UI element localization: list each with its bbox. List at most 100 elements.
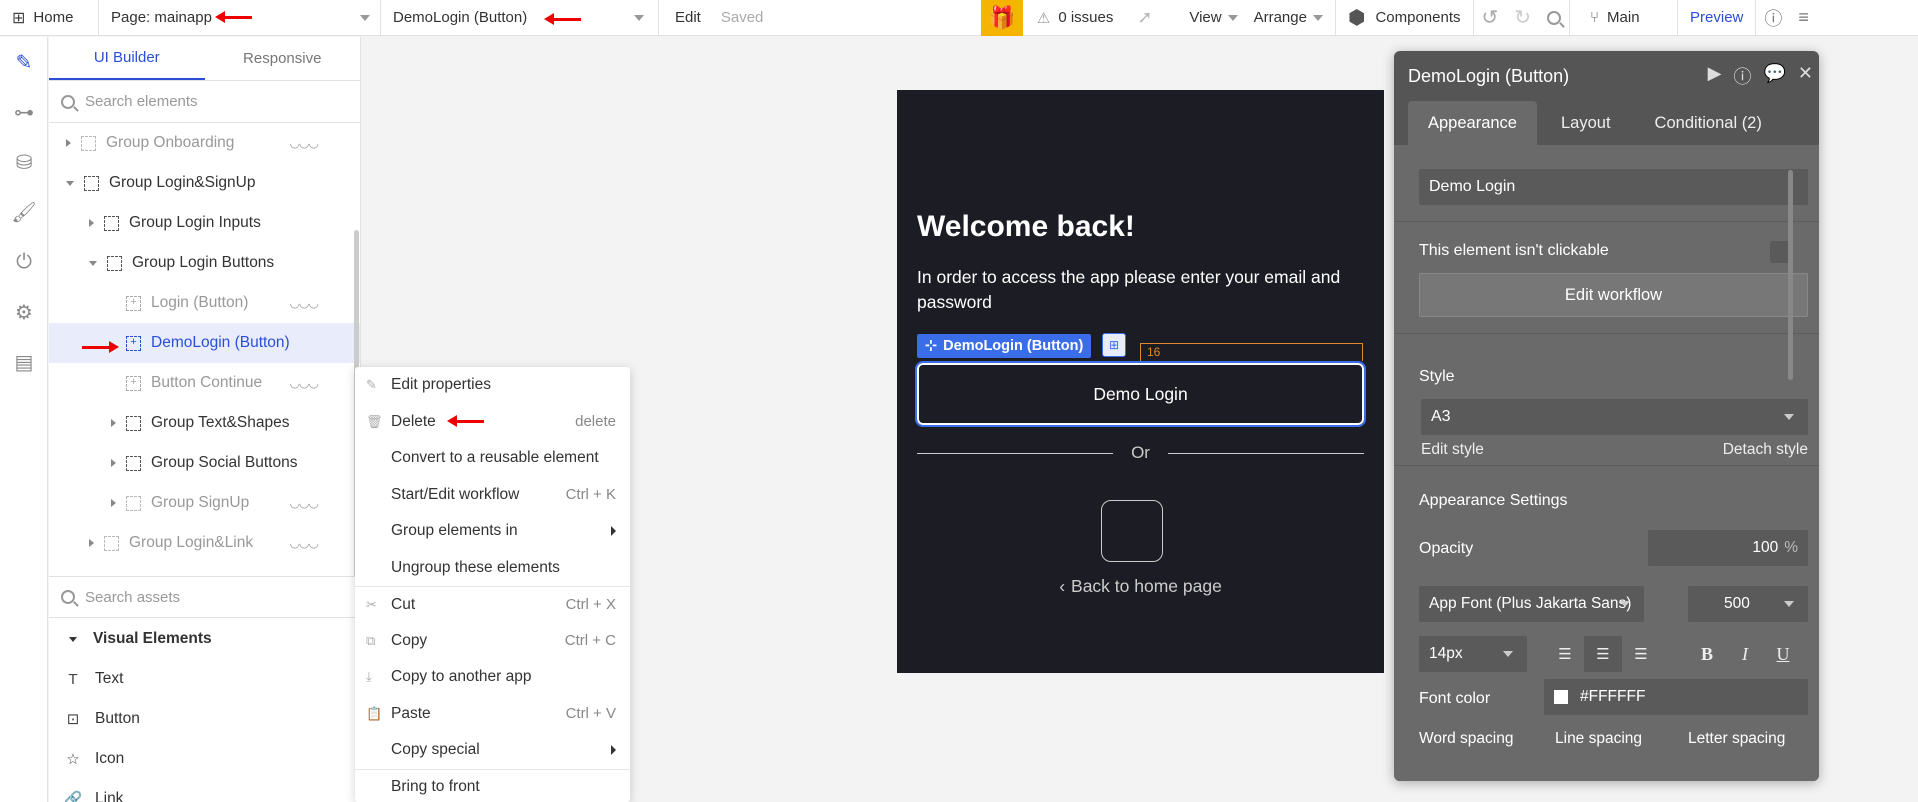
- expand-arrow-icon[interactable]: [89, 539, 94, 547]
- social-button-placeholder[interactable]: [1101, 500, 1163, 562]
- logs-icon[interactable]: ▤: [0, 337, 48, 387]
- tree-item[interactable]: Group Login Buttons: [49, 243, 360, 283]
- menu-item-paste[interactable]: 📋 Paste Ctrl + V: [355, 696, 630, 733]
- align-center-icon[interactable]: ☰: [1584, 636, 1622, 672]
- menu-item-copy-to-app[interactable]: ⤓ Copy to another app: [355, 659, 630, 696]
- comment-icon[interactable]: 💬: [1763, 63, 1785, 89]
- hidden-eye-icon[interactable]: ◡◡◡: [290, 536, 319, 550]
- menu-item-convert-reusable[interactable]: Convert to a reusable element: [355, 440, 630, 477]
- button-text-field[interactable]: Demo Login: [1419, 169, 1808, 205]
- components-button[interactable]: ⬢ Components: [1334, 0, 1473, 36]
- visual-element-icon[interactable]: ☆ Icon: [49, 739, 361, 779]
- info-icon[interactable]: ⓘ: [1733, 63, 1751, 89]
- workflow-icon[interactable]: ⊶: [0, 87, 48, 137]
- page-preview[interactable]: Welcome back! In order to access the app…: [897, 90, 1384, 673]
- tree-item[interactable]: Group Login Inputs: [49, 203, 360, 243]
- menu-item-cut[interactable]: ✂ Cut Ctrl + X: [355, 586, 630, 623]
- menu-item-start-workflow[interactable]: Start/Edit workflow Ctrl + K: [355, 477, 630, 514]
- tree-item[interactable]: + Button Continue ◡◡◡: [49, 363, 360, 403]
- collapse-arrow-icon[interactable]: [66, 180, 74, 186]
- property-scrollbar[interactable]: [1788, 170, 1793, 380]
- collapse-arrow-icon[interactable]: [89, 260, 97, 266]
- help-icon[interactable]: ⓘ: [1755, 0, 1790, 36]
- tree-item[interactable]: Group Login&SignUp: [49, 163, 360, 203]
- visual-elements-header[interactable]: Visual Elements: [49, 619, 361, 659]
- expand-arrow-icon[interactable]: [111, 499, 116, 507]
- play-icon[interactable]: ▶: [1708, 63, 1722, 89]
- font-weight-dropdown[interactable]: 500: [1688, 586, 1808, 622]
- expand-arrow-icon[interactable]: [89, 219, 94, 227]
- view-menu[interactable]: View: [1175, 0, 1249, 36]
- visual-element-button[interactable]: ⊡ Button: [49, 699, 361, 739]
- tab-ui-builder[interactable]: UI Builder: [49, 37, 205, 80]
- detach-style-link[interactable]: Detach style: [1723, 441, 1808, 459]
- menu-item-copy[interactable]: ⧉ Copy Ctrl + C: [355, 623, 630, 660]
- tree-item[interactable]: + Login (Button) ◡◡◡: [49, 283, 360, 323]
- branch-selector[interactable]: ⑂ Main: [1569, 0, 1677, 36]
- search-elements-input[interactable]: [85, 93, 325, 110]
- edit-workflow-button[interactable]: Edit workflow: [1419, 273, 1808, 317]
- search-assets-input[interactable]: [85, 588, 325, 606]
- tree-item[interactable]: Group Onboarding ◡◡◡: [49, 123, 360, 163]
- tab-responsive[interactable]: Responsive: [205, 37, 361, 80]
- hidden-eye-icon[interactable]: ◡◡◡: [290, 496, 319, 510]
- settings-gear-icon[interactable]: ⚙: [0, 287, 48, 337]
- hierarchy-icon[interactable]: ⊞: [1102, 333, 1126, 357]
- tab-conditional[interactable]: Conditional (2): [1635, 101, 1782, 145]
- undo-icon[interactable]: ↺: [1472, 0, 1507, 36]
- back-home-link[interactable]: ‹ Back to home page: [897, 576, 1384, 597]
- visual-element-text[interactable]: T Text: [49, 659, 361, 699]
- menu-icon[interactable]: ≡: [1790, 0, 1817, 36]
- home-button[interactable]: ⊞ Home: [0, 0, 98, 36]
- menu-item-edit-properties[interactable]: ✎ Edit properties: [355, 367, 630, 404]
- expand-arrow-icon[interactable]: [111, 459, 116, 467]
- underline-icon[interactable]: U: [1764, 636, 1802, 672]
- italic-icon[interactable]: I: [1726, 636, 1764, 672]
- color-swatch[interactable]: [1554, 690, 1568, 704]
- hidden-eye-icon[interactable]: ◡◡◡: [290, 296, 319, 310]
- tab-layout[interactable]: Layout: [1541, 101, 1631, 145]
- expand-arrow-icon[interactable]: [66, 139, 71, 147]
- menu-item-ungroup[interactable]: Ungroup these elements: [355, 550, 630, 587]
- demo-login-button[interactable]: Demo Login: [915, 361, 1366, 427]
- font-size-dropdown[interactable]: 14px: [1419, 636, 1527, 672]
- opacity-input[interactable]: 100 %: [1648, 530, 1808, 566]
- tab-appearance[interactable]: Appearance: [1408, 101, 1537, 145]
- bold-icon[interactable]: B: [1688, 636, 1726, 672]
- font-family-dropdown[interactable]: App Font (Plus Jakarta Sans): [1419, 586, 1644, 622]
- tree-item[interactable]: Group SignUp ◡◡◡: [49, 483, 360, 523]
- menu-item-group-in[interactable]: Group elements in: [355, 513, 630, 550]
- style-dropdown[interactable]: A3: [1421, 399, 1808, 435]
- tree-item[interactable]: Group Login&Link ◡◡◡: [49, 523, 360, 563]
- edit-style-link[interactable]: Edit style: [1421, 441, 1484, 459]
- hidden-eye-icon[interactable]: ◡◡◡: [290, 136, 319, 150]
- tree-item-selected[interactable]: + DemoLogin (Button): [49, 323, 360, 363]
- inspect-cursor-icon[interactable]: ➚: [1125, 0, 1175, 36]
- menu-item-bring-to-front[interactable]: Bring to front: [355, 768, 630, 802]
- menu-item-copy-special[interactable]: Copy special: [355, 732, 630, 769]
- hidden-eye-icon[interactable]: ◡◡◡: [290, 376, 319, 390]
- plugins-icon[interactable]: ⏻: [0, 237, 48, 287]
- design-icon[interactable]: ✎: [0, 37, 48, 87]
- font-color-input[interactable]: #FFFFFF: [1544, 679, 1808, 715]
- menu-item-delete[interactable]: 🗑 Delete delete: [355, 404, 630, 441]
- welcome-heading[interactable]: Welcome back!: [917, 210, 1135, 244]
- styles-brush-icon[interactable]: 🖌: [0, 187, 48, 237]
- align-left-icon[interactable]: ☰: [1546, 636, 1584, 672]
- welcome-subtitle[interactable]: In order to access the app please enter …: [917, 265, 1372, 315]
- expand-arrow-icon[interactable]: [111, 419, 116, 427]
- issues-button[interactable]: ⚠ 0 issues: [1023, 0, 1125, 36]
- gift-icon[interactable]: 🎁: [980, 0, 1023, 36]
- edit-menu[interactable]: Edit: [658, 0, 713, 36]
- redo-icon[interactable]: ↻: [1506, 0, 1539, 36]
- tree-item[interactable]: Group Social Buttons: [49, 443, 360, 483]
- search-icon[interactable]: [1539, 0, 1569, 36]
- preview-button[interactable]: Preview: [1677, 0, 1755, 36]
- element-selector[interactable]: DemoLogin (Button): [380, 0, 658, 36]
- visual-element-link[interactable]: 🔗 Link: [49, 779, 361, 802]
- close-icon[interactable]: ✕: [1798, 63, 1813, 89]
- data-icon[interactable]: ⛁: [0, 137, 48, 187]
- arrange-menu[interactable]: Arrange: [1250, 0, 1335, 36]
- tree-item[interactable]: Group Text&Shapes: [49, 403, 360, 443]
- align-right-icon[interactable]: ☰: [1622, 636, 1660, 672]
